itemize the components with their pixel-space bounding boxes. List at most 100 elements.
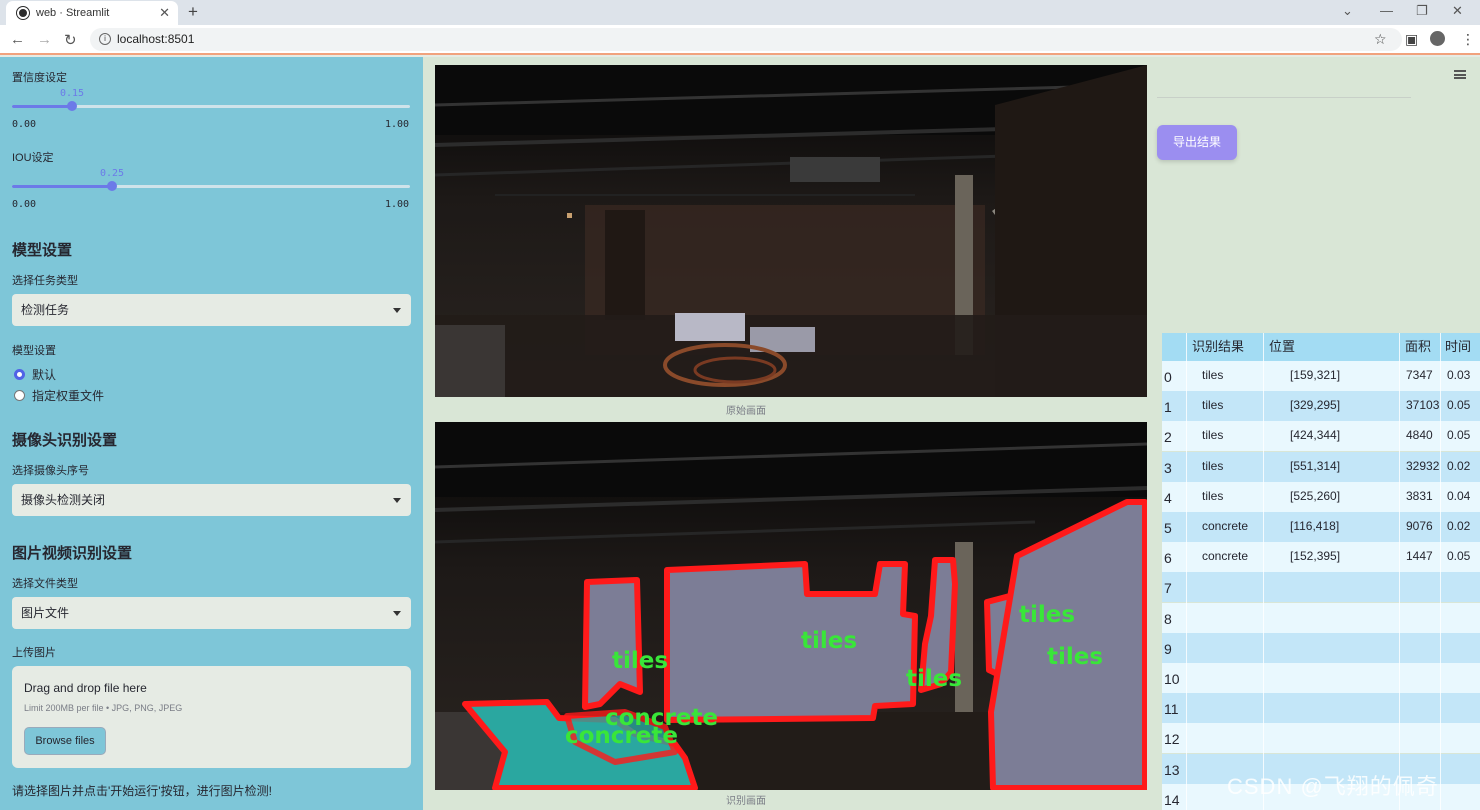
watermark: CSDN @飞翔的佩奇 — [1227, 774, 1439, 799]
row-index: 6 — [1164, 550, 1172, 567]
iou-max: 1.00 — [385, 199, 410, 210]
confidence-slider-handle[interactable] — [66, 101, 77, 111]
model-settings-label: 模型设置 — [12, 345, 56, 357]
column-header-result[interactable]: 识别结果 — [1192, 333, 1244, 361]
table-row[interactable]: 0 tiles [159,321] 7347 0.03 — [1162, 361, 1480, 391]
file-dropzone[interactable]: Drag and drop file here Limit 200MB per … — [12, 666, 411, 768]
table-row[interactable]: 7 — [1162, 572, 1480, 603]
bookmark-star-icon[interactable]: ☆ — [1374, 31, 1387, 48]
upload-label: 上传图片 — [12, 647, 56, 659]
column-divider — [1399, 333, 1400, 810]
site-info-icon[interactable]: i — [99, 33, 111, 45]
confidence-value: 0.15 — [59, 88, 85, 99]
row-index: 7 — [1164, 580, 1172, 597]
table-row[interactable]: 2 tiles [424,344] 4840 0.05 — [1162, 421, 1480, 452]
column-header-time[interactable]: 时间 — [1445, 333, 1471, 361]
tiles-mask — [582, 577, 643, 710]
table-row[interactable]: 9 — [1162, 632, 1480, 663]
profile-avatar-icon[interactable] — [1430, 31, 1445, 46]
close-tab-icon[interactable]: ✕ — [159, 5, 170, 21]
browser-titlebar: web · Streamlit ✕ + ⌄ — ❐ ✕ — [0, 0, 1480, 25]
cell-time: 0.05 — [1447, 428, 1471, 443]
iou-value: 0.25 — [99, 168, 125, 179]
cell-position: [551,314] — [1290, 458, 1341, 473]
file-type-value: 图片文件 — [21, 606, 70, 620]
original-image — [435, 65, 1147, 397]
reload-icon[interactable]: ↻ — [64, 31, 77, 49]
new-tab-button[interactable]: + — [188, 2, 198, 22]
url-field[interactable]: i localhost:8501 — [90, 28, 1402, 51]
cell-time: 0.04 — [1447, 488, 1471, 503]
close-window-button[interactable]: ✕ — [1452, 3, 1463, 19]
row-index: 10 — [1164, 671, 1180, 687]
minimize-button[interactable]: — — [1380, 3, 1393, 18]
side-panel-icon[interactable]: ▣ — [1405, 31, 1418, 48]
back-arrow-icon[interactable]: ← — [10, 31, 25, 48]
radio-custom-weights[interactable]: 指定权重文件 — [14, 387, 104, 404]
radio-default[interactable]: 默认 — [14, 366, 56, 383]
file-type-select[interactable]: 图片文件 — [12, 597, 411, 629]
radio-custom-weights-label: 指定权重文件 — [32, 389, 105, 403]
detection-label: tiles — [1019, 602, 1075, 628]
cell-position: [159,321] — [1290, 368, 1341, 382]
table-row[interactable]: 12 — [1162, 723, 1480, 754]
tab-search-icon[interactable]: ⌄ — [1342, 3, 1353, 19]
restore-button[interactable]: ❐ — [1416, 3, 1428, 19]
results-table[interactable]: 识别结果 位置 面积 时间 0 tiles [159,321] 7347 0.03 1 ti… — [1162, 333, 1480, 810]
camera-value: 摄像头检测关闭 — [21, 493, 106, 507]
confidence-slider[interactable] — [12, 101, 410, 111]
cell-result: tiles — [1202, 458, 1224, 473]
cell-area: 32932 — [1406, 458, 1440, 473]
table-row[interactable]: 3 tiles [551,314] 32932 0.02 — [1162, 451, 1480, 482]
table-row[interactable]: 10 — [1162, 663, 1480, 693]
column-divider — [1440, 333, 1441, 810]
result-image: tiles tiles tiles tiles tiles concrete c… — [435, 422, 1147, 790]
column-header-area[interactable]: 面积 — [1405, 333, 1431, 361]
address-bar: ← → ↻ i localhost:8501 ☆ ▣ ⋮ — [0, 25, 1480, 55]
dropzone-hint: Limit 200MB per file • JPG, PNG, JPEG — [24, 703, 183, 713]
table-row[interactable]: 11 — [1162, 693, 1480, 724]
row-index: 0 — [1164, 369, 1172, 385]
table-row[interactable]: 6 concrete [152,395] 1447 0.05 — [1162, 542, 1480, 573]
cell-area: 1447 — [1406, 549, 1433, 564]
cell-position: [329,295] — [1290, 398, 1341, 413]
file-type-label: 选择文件类型 — [12, 578, 78, 590]
table-row[interactable]: 5 concrete [116,418] 9076 0.02 — [1162, 512, 1480, 542]
model-section-title: 模型设置 — [12, 242, 73, 259]
iou-slider[interactable] — [12, 181, 410, 191]
cell-result: tiles — [1202, 398, 1224, 413]
tiles-mask — [664, 561, 918, 723]
cell-result: tiles — [1202, 428, 1224, 443]
cell-position: [152,395] — [1290, 549, 1341, 564]
radio-unselected-icon — [14, 390, 25, 401]
hamburger-menu-icon[interactable] — [1454, 70, 1466, 79]
forward-arrow-icon[interactable]: → — [37, 31, 52, 48]
camera-select[interactable]: 摄像头检测关闭 — [12, 484, 411, 516]
detection-label: tiles — [801, 628, 857, 654]
table-row[interactable]: 4 tiles [525,260] 3831 0.04 — [1162, 481, 1480, 512]
cell-time: 0.05 — [1447, 549, 1471, 564]
browse-files-button[interactable]: Browse files — [24, 727, 106, 755]
column-divider — [1263, 333, 1264, 810]
iou-slider-handle[interactable] — [106, 181, 117, 191]
cell-area: 3831 — [1406, 488, 1433, 503]
table-row[interactable]: 8 — [1162, 602, 1480, 633]
streamlit-favicon-icon — [17, 7, 29, 19]
url-text: localhost:8501 — [117, 32, 195, 46]
task-type-select[interactable]: 检测任务 — [12, 294, 411, 326]
browser-tab[interactable]: web · Streamlit ✕ — [6, 1, 178, 25]
browser-menu-icon[interactable]: ⋮ — [1461, 31, 1475, 48]
export-results-button[interactable]: 导出结果 — [1157, 125, 1237, 160]
confidence-slider-fill — [12, 105, 72, 108]
row-index: 3 — [1164, 459, 1172, 476]
original-caption: 原始画面 — [726, 406, 766, 417]
column-header-position[interactable]: 位置 — [1269, 333, 1295, 361]
iou-label: IOU设定 — [12, 152, 54, 164]
divider — [1157, 97, 1411, 98]
cell-result: concrete — [1202, 519, 1249, 533]
iou-slider-fill — [12, 185, 112, 188]
row-index: 12 — [1164, 731, 1180, 748]
task-type-label: 选择任务类型 — [12, 275, 78, 287]
cell-position: [424,344] — [1290, 428, 1341, 443]
table-row[interactable]: 1 tiles [329,295] 37103 0.05 — [1162, 391, 1480, 422]
